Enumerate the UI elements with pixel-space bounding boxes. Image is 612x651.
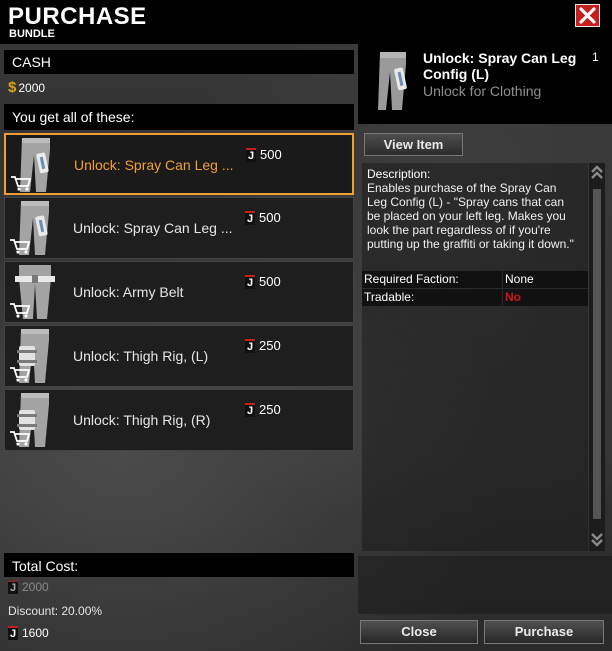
cash-amount: 2000 [18,80,46,95]
final-price: J 1600 [8,626,49,640]
shopping-cart-icon[interactable] [9,366,31,387]
scroll-down-icon[interactable] [589,531,605,549]
property-key: Tradable: [362,289,502,306]
close-icon[interactable] [575,4,600,27]
bundle-item-price: J 250 [245,402,281,417]
bundle-item-name: Unlock: Thigh Rig, (L) [73,348,209,364]
purchase-button[interactable]: Purchase [484,620,604,644]
bundle-item-price-value: 500 [259,210,281,225]
currency-icon: J [8,626,18,640]
leg-spray-can-thumbnail [372,50,414,112]
bundle-item-name: Unlock: Thigh Rig, (R) [73,412,211,428]
bundle-item-price-value: 250 [259,338,281,353]
currency-icon: J [245,402,255,417]
shopping-cart-icon[interactable] [9,430,31,451]
description-scrollbar[interactable] [589,163,605,551]
scroll-up-icon[interactable] [589,163,605,181]
bundle-item-row[interactable]: Unlock: Spray Can Leg ... J 500 [4,197,354,259]
original-price-value: 2000 [22,580,49,594]
window-title: PURCHASE [8,3,147,30]
bundle-item-name: Unlock: Army Belt [73,284,184,300]
discount-text: Discount: 20.00% [8,604,103,618]
view-item-button[interactable]: View Item [364,133,463,156]
currency-icon: J [245,210,255,225]
bundle-item-name: Unlock: Spray Can Leg ... [73,220,233,236]
property-row-faction: Required Faction: None [362,271,588,289]
bundle-item-price-value: 250 [259,402,281,417]
dollar-icon: $ [8,79,17,96]
shopping-cart-icon[interactable] [10,175,32,196]
property-key: Required Faction: [362,271,502,288]
cash-label: CASH [12,54,51,70]
bundle-item-row[interactable]: Unlock: Army Belt J 500 [4,261,354,323]
bundle-item-price: J 500 [245,274,281,289]
shopping-cart-icon[interactable] [9,238,31,259]
original-price: J 2000 [8,580,49,594]
description-text: Enables purchase of the Spray Can Leg Co… [367,181,574,251]
bundle-item-price-value: 500 [259,274,281,289]
close-button[interactable]: Close [360,620,478,644]
bundle-item-price: J 250 [245,338,281,353]
window-subtitle: BUNDLE [9,28,55,40]
detail-footer [358,556,612,614]
description-label: Description: [367,167,431,181]
bundle-item-name: Unlock: Spray Can Leg ... [74,157,234,173]
currency-icon: J [245,274,255,289]
bundle-item-price-value: 500 [260,147,282,162]
bundle-item-price: J 500 [246,147,282,162]
list-header-label: You get all of these: [12,109,135,125]
cash-balance: $ 2000 [8,79,45,96]
bundle-item-row[interactable]: Unlock: Spray Can Leg ... J 500 [4,133,354,195]
currency-icon: J [8,580,18,594]
total-cost-label: Total Cost: [12,558,79,574]
property-value: No [503,289,588,306]
bundle-item-row[interactable]: Unlock: Thigh Rig, (L) J 250 [4,325,354,387]
detail-quantity: 1 [592,50,599,64]
cash-header [4,50,354,74]
property-value: None [503,271,588,288]
currency-icon: J [246,147,256,162]
shopping-cart-icon[interactable] [9,302,31,323]
detail-item-name: Unlock: Spray Can Leg Config (L) [423,50,577,82]
final-price-value: 1600 [22,626,49,640]
currency-icon: J [245,338,255,353]
scrollbar-thumb[interactable] [593,189,601,519]
bundle-item-list: Unlock: Spray Can Leg ... J 500 Unlock: Spr… [4,133,354,457]
detail-item-type: Unlock for Clothing [423,83,542,99]
property-row-tradable: Tradable: No [362,289,588,307]
bundle-item-price: J 500 [245,210,281,225]
bundle-item-row[interactable]: Unlock: Thigh Rig, (R) J 250 [4,389,354,451]
